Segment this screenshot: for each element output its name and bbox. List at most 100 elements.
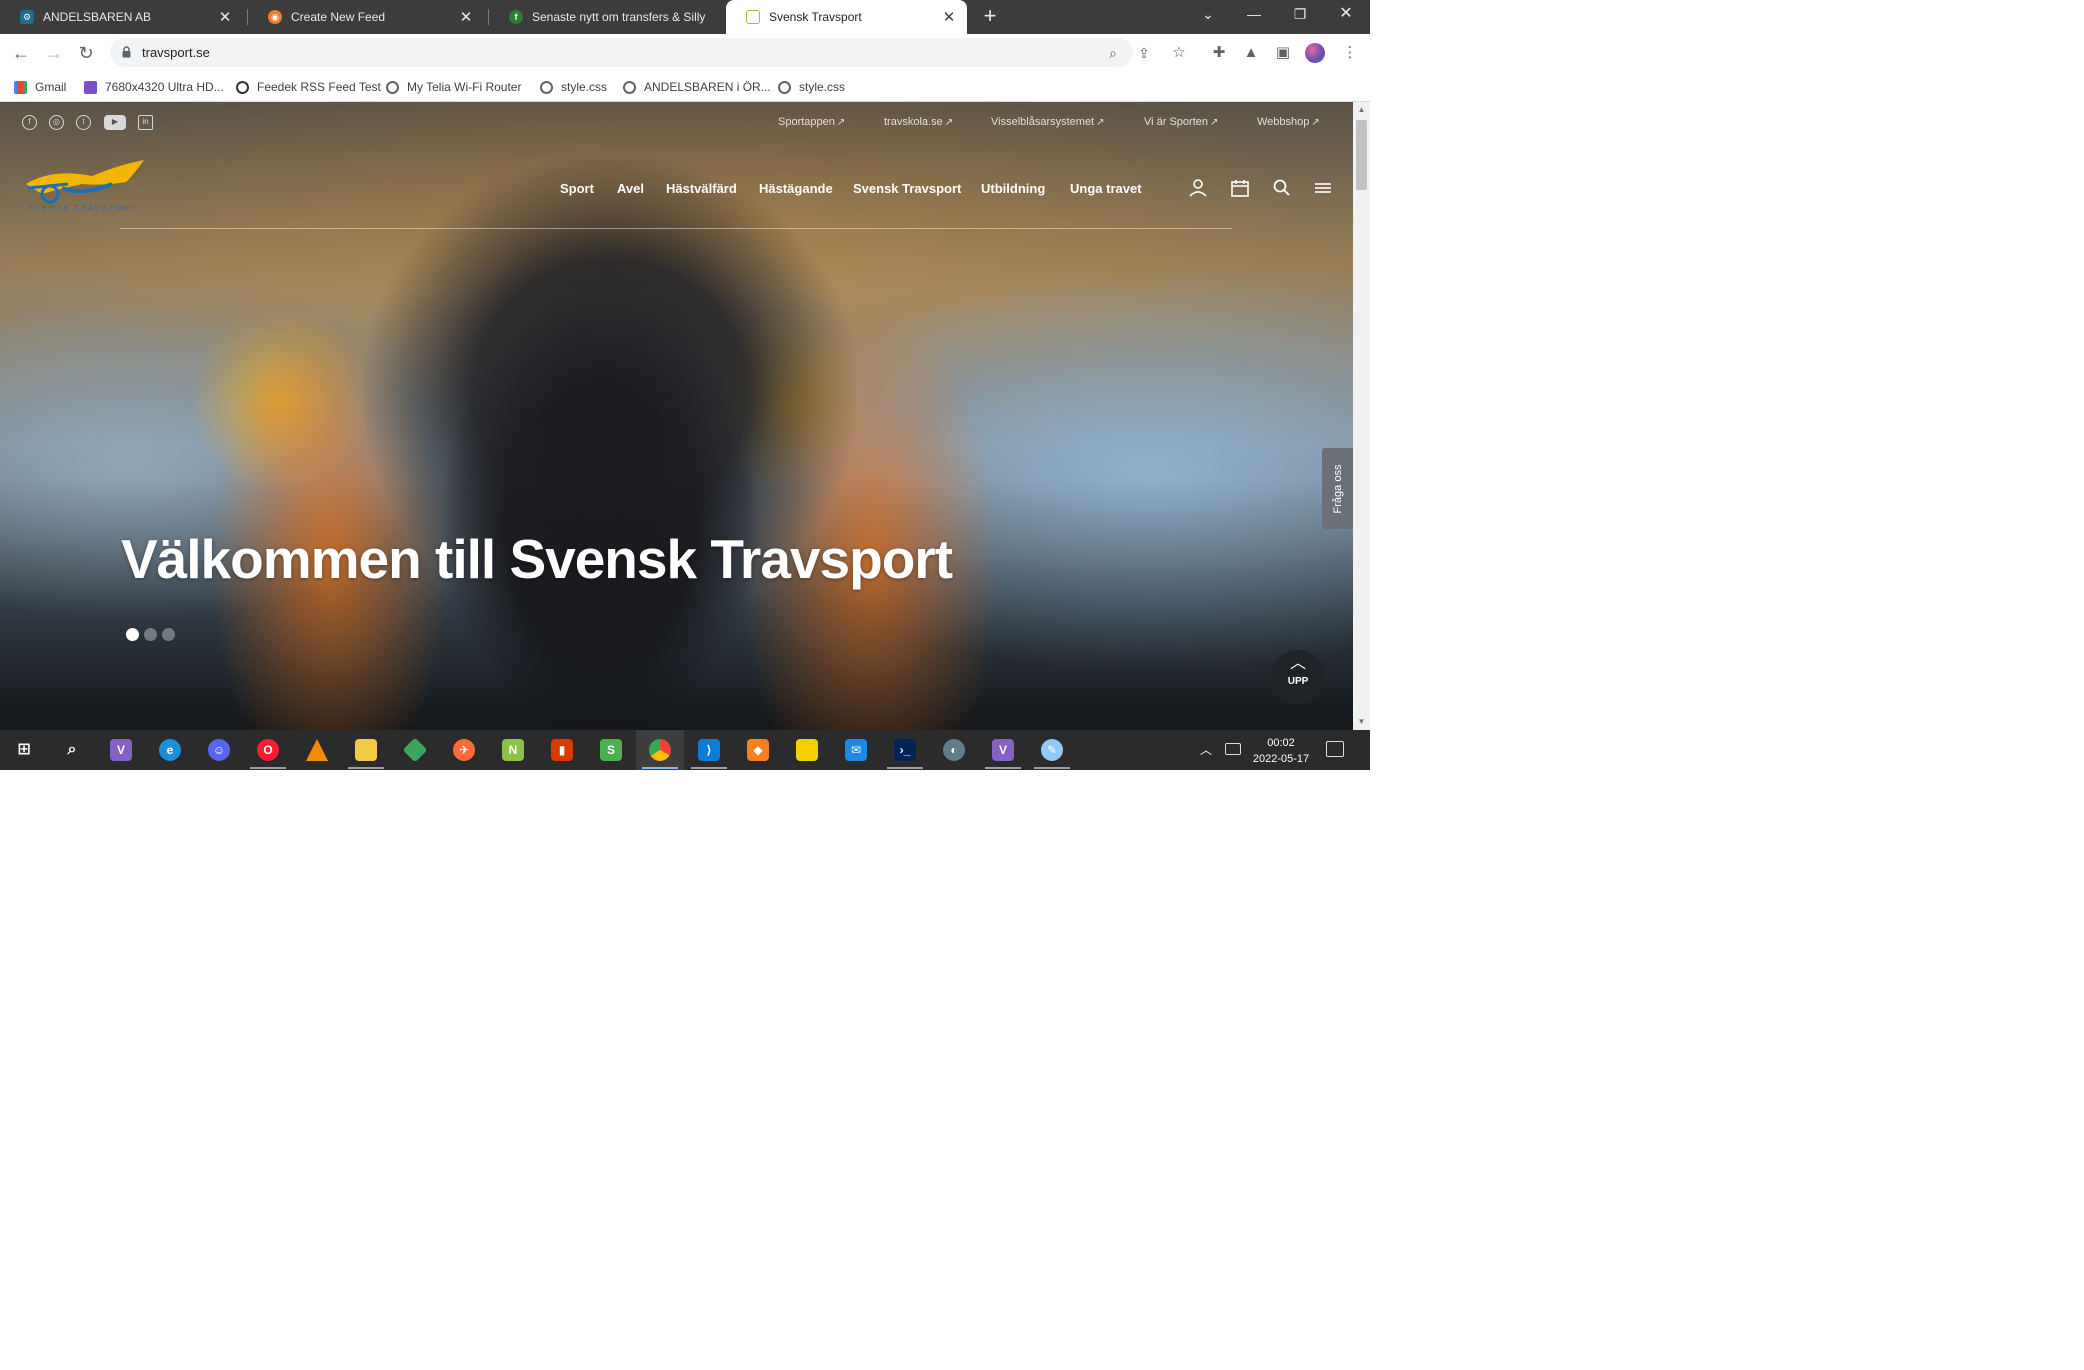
slider-dot-3[interactable] [162, 628, 175, 641]
scroll-up-button[interactable]: ︿ UPP [1271, 650, 1325, 704]
scroll-down-arrow-icon[interactable]: ▼ [1353, 714, 1370, 730]
bookmark-andelsbaren[interactable]: ANDELSBAREN i ÖR... [623, 77, 771, 97]
nav-avel[interactable]: Avel [617, 181, 644, 196]
notification-center-icon[interactable] [1326, 741, 1344, 757]
calendar-icon[interactable] [1228, 176, 1252, 200]
bookmark-star-icon[interactable]: ☆ [1165, 39, 1193, 67]
tab-andelsbaren[interactable]: ⚙ ANDELSBAREN AB ✕ [0, 0, 243, 34]
taskbar-sticky-notes[interactable] [783, 730, 831, 770]
close-tab-icon[interactable]: ✕ [217, 8, 233, 26]
tab-title: Svensk Travsport [769, 10, 862, 24]
reload-button[interactable]: ↻ [72, 39, 100, 67]
facebook-icon[interactable]: f [22, 115, 37, 130]
share-icon[interactable]: ⇪ [1133, 42, 1155, 64]
slider-dot-2[interactable] [144, 628, 157, 641]
bookmark-style-css[interactable]: style.css [540, 77, 607, 97]
taskbar-git[interactable] [391, 730, 439, 770]
taskbar-visual-studio-2[interactable]: V [979, 730, 1027, 770]
slider-dot-1[interactable] [126, 628, 139, 641]
taskbar-chrome[interactable] [636, 730, 684, 770]
taskbar-vscode[interactable]: ⟩ [685, 730, 733, 770]
labs-flask-icon[interactable]: ▲ [1237, 39, 1265, 67]
toplink-webbshop[interactable]: Webbshop ↗ [1257, 116, 1320, 128]
linkedin-icon[interactable]: in [138, 115, 153, 130]
profile-avatar[interactable] [1305, 43, 1325, 63]
taskbar-file-explorer[interactable] [342, 730, 390, 770]
taskbar-notepad-plus[interactable]: N [489, 730, 537, 770]
up-label: UPP [1287, 676, 1309, 687]
taskbar-sticky-app[interactable]: S [587, 730, 635, 770]
taskbar-office[interactable]: ▮ [538, 730, 586, 770]
tab-svensk-travsport[interactable]: Svensk Travsport ✕ [726, 0, 967, 34]
bookmark-style-css-2[interactable]: style.css [778, 77, 845, 97]
running-indicator [691, 767, 727, 769]
nav-sport[interactable]: Sport [560, 181, 594, 196]
bookmark-telia[interactable]: My Telia Wi-Fi Router [386, 77, 521, 97]
nav-hastvalfard[interactable]: Hästvälfärd [666, 181, 737, 196]
tab-create-new-feed[interactable]: ◉ Create New Feed ✕ [248, 0, 484, 34]
taskbar-discord[interactable]: ☺ [195, 730, 243, 770]
restore-button[interactable]: ❐ [1278, 0, 1322, 30]
tab-search-icon[interactable]: ⌄ [1186, 0, 1230, 30]
bookmark-feedek[interactable]: Feedek RSS Feed Test [236, 77, 381, 97]
taskbar-vlc[interactable] [293, 730, 341, 770]
close-window-button[interactable]: ✕ [1324, 0, 1368, 30]
tray-chevron-up-icon[interactable]: ︿ [1200, 741, 1212, 758]
search-icon[interactable] [1270, 176, 1294, 200]
taskbar-opera[interactable]: O [244, 730, 292, 770]
toplink-sportappen[interactable]: Sportappen ↗ [778, 116, 845, 128]
folder-icon [355, 739, 377, 761]
ask-us-tab[interactable]: Fråga oss [1322, 448, 1353, 529]
taskbar-visual-studio[interactable]: V [97, 730, 145, 770]
battery-icon[interactable] [1225, 743, 1241, 755]
extensions-icon[interactable]: ✚ [1205, 39, 1233, 67]
scroll-up-arrow-icon[interactable]: ▲ [1353, 102, 1370, 118]
nav-hastagande[interactable]: Hästägande [759, 181, 833, 196]
menu-kebab-icon[interactable]: ⋮ [1336, 39, 1364, 67]
address-bar[interactable]: travsport.se ⌕ ⇪ [110, 38, 1150, 67]
taskbar-mail[interactable]: ✉ [832, 730, 880, 770]
page-scrollbar[interactable]: ▲ ▼ [1353, 102, 1370, 730]
forward-button[interactable]: → [40, 39, 68, 67]
user-icon[interactable] [1186, 176, 1210, 200]
visual-studio-icon: V [110, 739, 132, 761]
toplink-vi-ar-sporten[interactable]: Vi är Sporten ↗ [1144, 116, 1218, 128]
taskbar-sourcetree[interactable]: ◆ [734, 730, 782, 770]
running-indicator [348, 767, 384, 769]
tab-transfers[interactable]: f Senaste nytt om transfers & Silly [489, 0, 722, 34]
start-button[interactable]: ⊞ [0, 730, 48, 770]
taskbar-paint[interactable]: ✎ [1028, 730, 1076, 770]
hamburger-menu-icon[interactable] [1311, 176, 1335, 200]
youtube-icon[interactable]: ▶ [104, 115, 126, 130]
screen: ⚙ ANDELSBAREN AB ✕ ◉ Create New Feed ✕ f… [0, 0, 1370, 770]
taskbar-search[interactable]: ⌕ [48, 730, 96, 770]
twitter-icon[interactable]: t [76, 115, 91, 130]
close-tab-icon[interactable]: ✕ [458, 8, 474, 26]
minimize-button[interactable]: — [1232, 0, 1276, 30]
instagram-icon[interactable]: ◎ [49, 115, 64, 130]
nav-svensk-travsport[interactable]: Svensk Travsport [853, 181, 961, 196]
bookmarks-bar: Gmail 7680x4320 Ultra HD... Feedek RSS F… [0, 71, 1370, 102]
bookmark-gmail[interactable]: Gmail [14, 77, 66, 97]
taskbar-edge[interactable]: e [146, 730, 194, 770]
side-panel-icon[interactable]: ▣ [1269, 39, 1297, 67]
bookmark-8k[interactable]: 7680x4320 Ultra HD... [84, 77, 224, 97]
svensk-travsport-logo[interactable]: SVENSK TRAVSPORT [22, 154, 152, 214]
new-tab-button[interactable]: + [978, 0, 1002, 34]
taskbar-powershell[interactable]: ›_ [881, 730, 929, 770]
toplink-visselblasarsystemet[interactable]: Visselblåsarsystemet ↗ [991, 116, 1105, 128]
scrollbar-thumb[interactable] [1356, 120, 1367, 190]
toplink-travskola[interactable]: travskola.se ↗ [884, 116, 953, 128]
toplink-label: travskola.se [884, 116, 943, 128]
zoom-icon[interactable]: ⌕ [1102, 42, 1124, 64]
back-button[interactable]: ← [7, 39, 35, 67]
nav-utbildning[interactable]: Utbildning [981, 181, 1045, 196]
taskbar-clock[interactable]: 00:02 2022-05-17 [1245, 735, 1317, 767]
chrome-icon [649, 739, 671, 761]
taskbar-app-store[interactable]: ◐ [930, 730, 978, 770]
logo-text: SVENSK TRAVSPORT [28, 203, 138, 212]
taskbar-postman[interactable]: ✈ [440, 730, 488, 770]
nav-unga-travet[interactable]: Unga travet [1070, 181, 1142, 196]
close-tab-icon[interactable]: ✕ [941, 8, 957, 26]
globe-icon [778, 80, 791, 94]
